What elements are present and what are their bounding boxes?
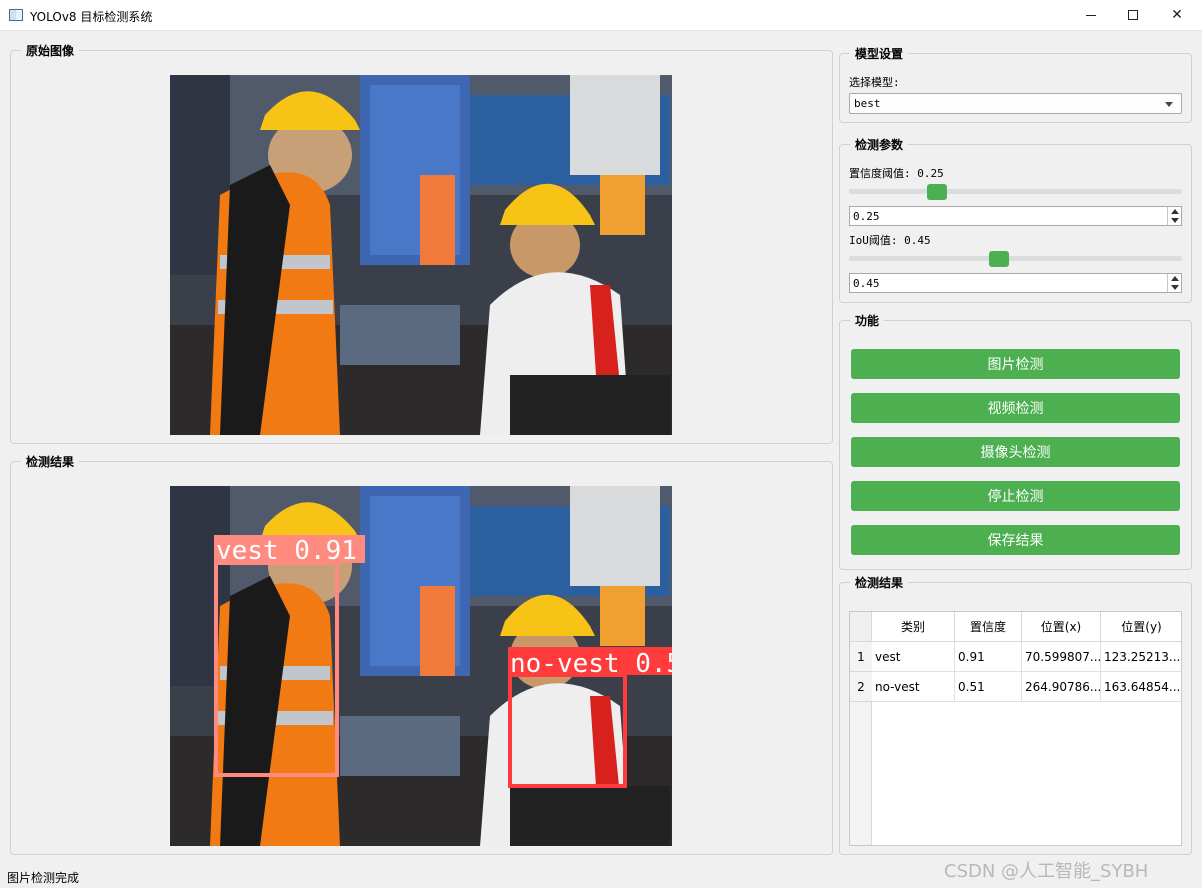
- column-header-x[interactable]: 位置(x): [1022, 612, 1101, 642]
- table-cell-class[interactable]: no-vest: [872, 672, 955, 702]
- table-cell-y[interactable]: 123.25213...: [1101, 642, 1181, 672]
- novest-box-label: no-vest 0.51: [510, 649, 672, 679]
- close-icon: ✕: [1171, 7, 1183, 23]
- results-table[interactable]: 类别 置信度 位置(x) 位置(y) 1 vest 0.91 70.599807…: [849, 611, 1182, 846]
- table-cell-confidence[interactable]: 0.51: [955, 672, 1022, 702]
- minimize-icon: [1086, 14, 1096, 16]
- model-select-label: 选择模型:: [849, 76, 900, 89]
- iou-slider-track: [849, 256, 1182, 261]
- result-image-group-title: 检测结果: [21, 453, 80, 470]
- detection-params-title: 检测参数: [850, 136, 909, 153]
- table-cell-y[interactable]: 163.64854...: [1101, 672, 1181, 702]
- iou-threshold-slider[interactable]: [849, 251, 1182, 267]
- row-header[interactable]: 2: [850, 672, 872, 702]
- arrow-down-icon[interactable]: [1171, 285, 1179, 290]
- conf-threshold-spinbox[interactable]: 0.25: [849, 206, 1182, 226]
- window-title: YOLOv8 目标检测系统: [30, 10, 153, 24]
- arrow-up-icon[interactable]: [1171, 276, 1179, 281]
- column-header-y[interactable]: 位置(y): [1101, 612, 1181, 642]
- iou-slider-handle[interactable]: [989, 251, 1009, 267]
- column-header-confidence[interactable]: 置信度: [955, 612, 1022, 642]
- conf-spinbox-buttons[interactable]: [1167, 207, 1181, 225]
- maximize-icon: [1128, 10, 1138, 20]
- function-group-title: 功能: [850, 312, 885, 329]
- model-select-value: best: [854, 97, 881, 110]
- watermark: CSDN @人工智能_SYBH: [944, 861, 1149, 882]
- title-bar: YOLOv8 目标检测系统 ✕: [0, 0, 1202, 31]
- status-bar-text: 图片检测完成: [7, 871, 80, 885]
- row-header[interactable]: 1: [850, 642, 872, 672]
- original-image: [170, 75, 672, 435]
- column-header-class[interactable]: 类别: [872, 612, 955, 642]
- table-cell-class[interactable]: vest: [872, 642, 955, 672]
- table-cell-confidence[interactable]: 0.91: [955, 642, 1022, 672]
- model-select[interactable]: best: [849, 93, 1182, 114]
- image-detect-button[interactable]: 图片检测: [851, 349, 1180, 379]
- iou-threshold-label: IoU阈值: 0.45: [849, 234, 931, 247]
- save-result-button[interactable]: 保存结果: [851, 525, 1180, 555]
- camera-detect-button[interactable]: 摄像头检测: [851, 437, 1180, 467]
- iou-spinbox-buttons[interactable]: [1167, 274, 1181, 292]
- conf-threshold-slider[interactable]: [849, 184, 1182, 200]
- original-image-group-title: 原始图像: [21, 42, 80, 59]
- arrow-down-icon[interactable]: [1171, 218, 1179, 223]
- maximize-button[interactable]: [1110, 0, 1156, 30]
- vest-box-label: vest 0.91: [216, 536, 357, 566]
- arrow-up-icon[interactable]: [1171, 209, 1179, 214]
- chevron-down-icon: [1165, 102, 1173, 107]
- table-cell-x[interactable]: 264.90786...: [1022, 672, 1101, 702]
- stop-detect-button[interactable]: 停止检测: [851, 481, 1180, 511]
- app-icon: [9, 9, 23, 21]
- conf-threshold-label: 置信度阈值: 0.25: [849, 167, 944, 180]
- results-table-title: 检测结果: [850, 574, 909, 591]
- minimize-button[interactable]: [1068, 0, 1114, 30]
- video-detect-button[interactable]: 视频检测: [851, 393, 1180, 423]
- conf-slider-handle[interactable]: [927, 184, 947, 200]
- table-corner[interactable]: [850, 612, 872, 642]
- table-cell-x[interactable]: 70.599807...: [1022, 642, 1101, 672]
- conf-spinbox-value: 0.25: [853, 210, 880, 223]
- result-image: vest 0.91 no-vest 0.51: [170, 486, 672, 846]
- close-button[interactable]: ✕: [1154, 0, 1200, 30]
- iou-spinbox-value: 0.45: [853, 277, 880, 290]
- conf-slider-track: [849, 189, 1182, 194]
- model-settings-title: 模型设置: [850, 45, 909, 62]
- iou-threshold-spinbox[interactable]: 0.45: [849, 273, 1182, 293]
